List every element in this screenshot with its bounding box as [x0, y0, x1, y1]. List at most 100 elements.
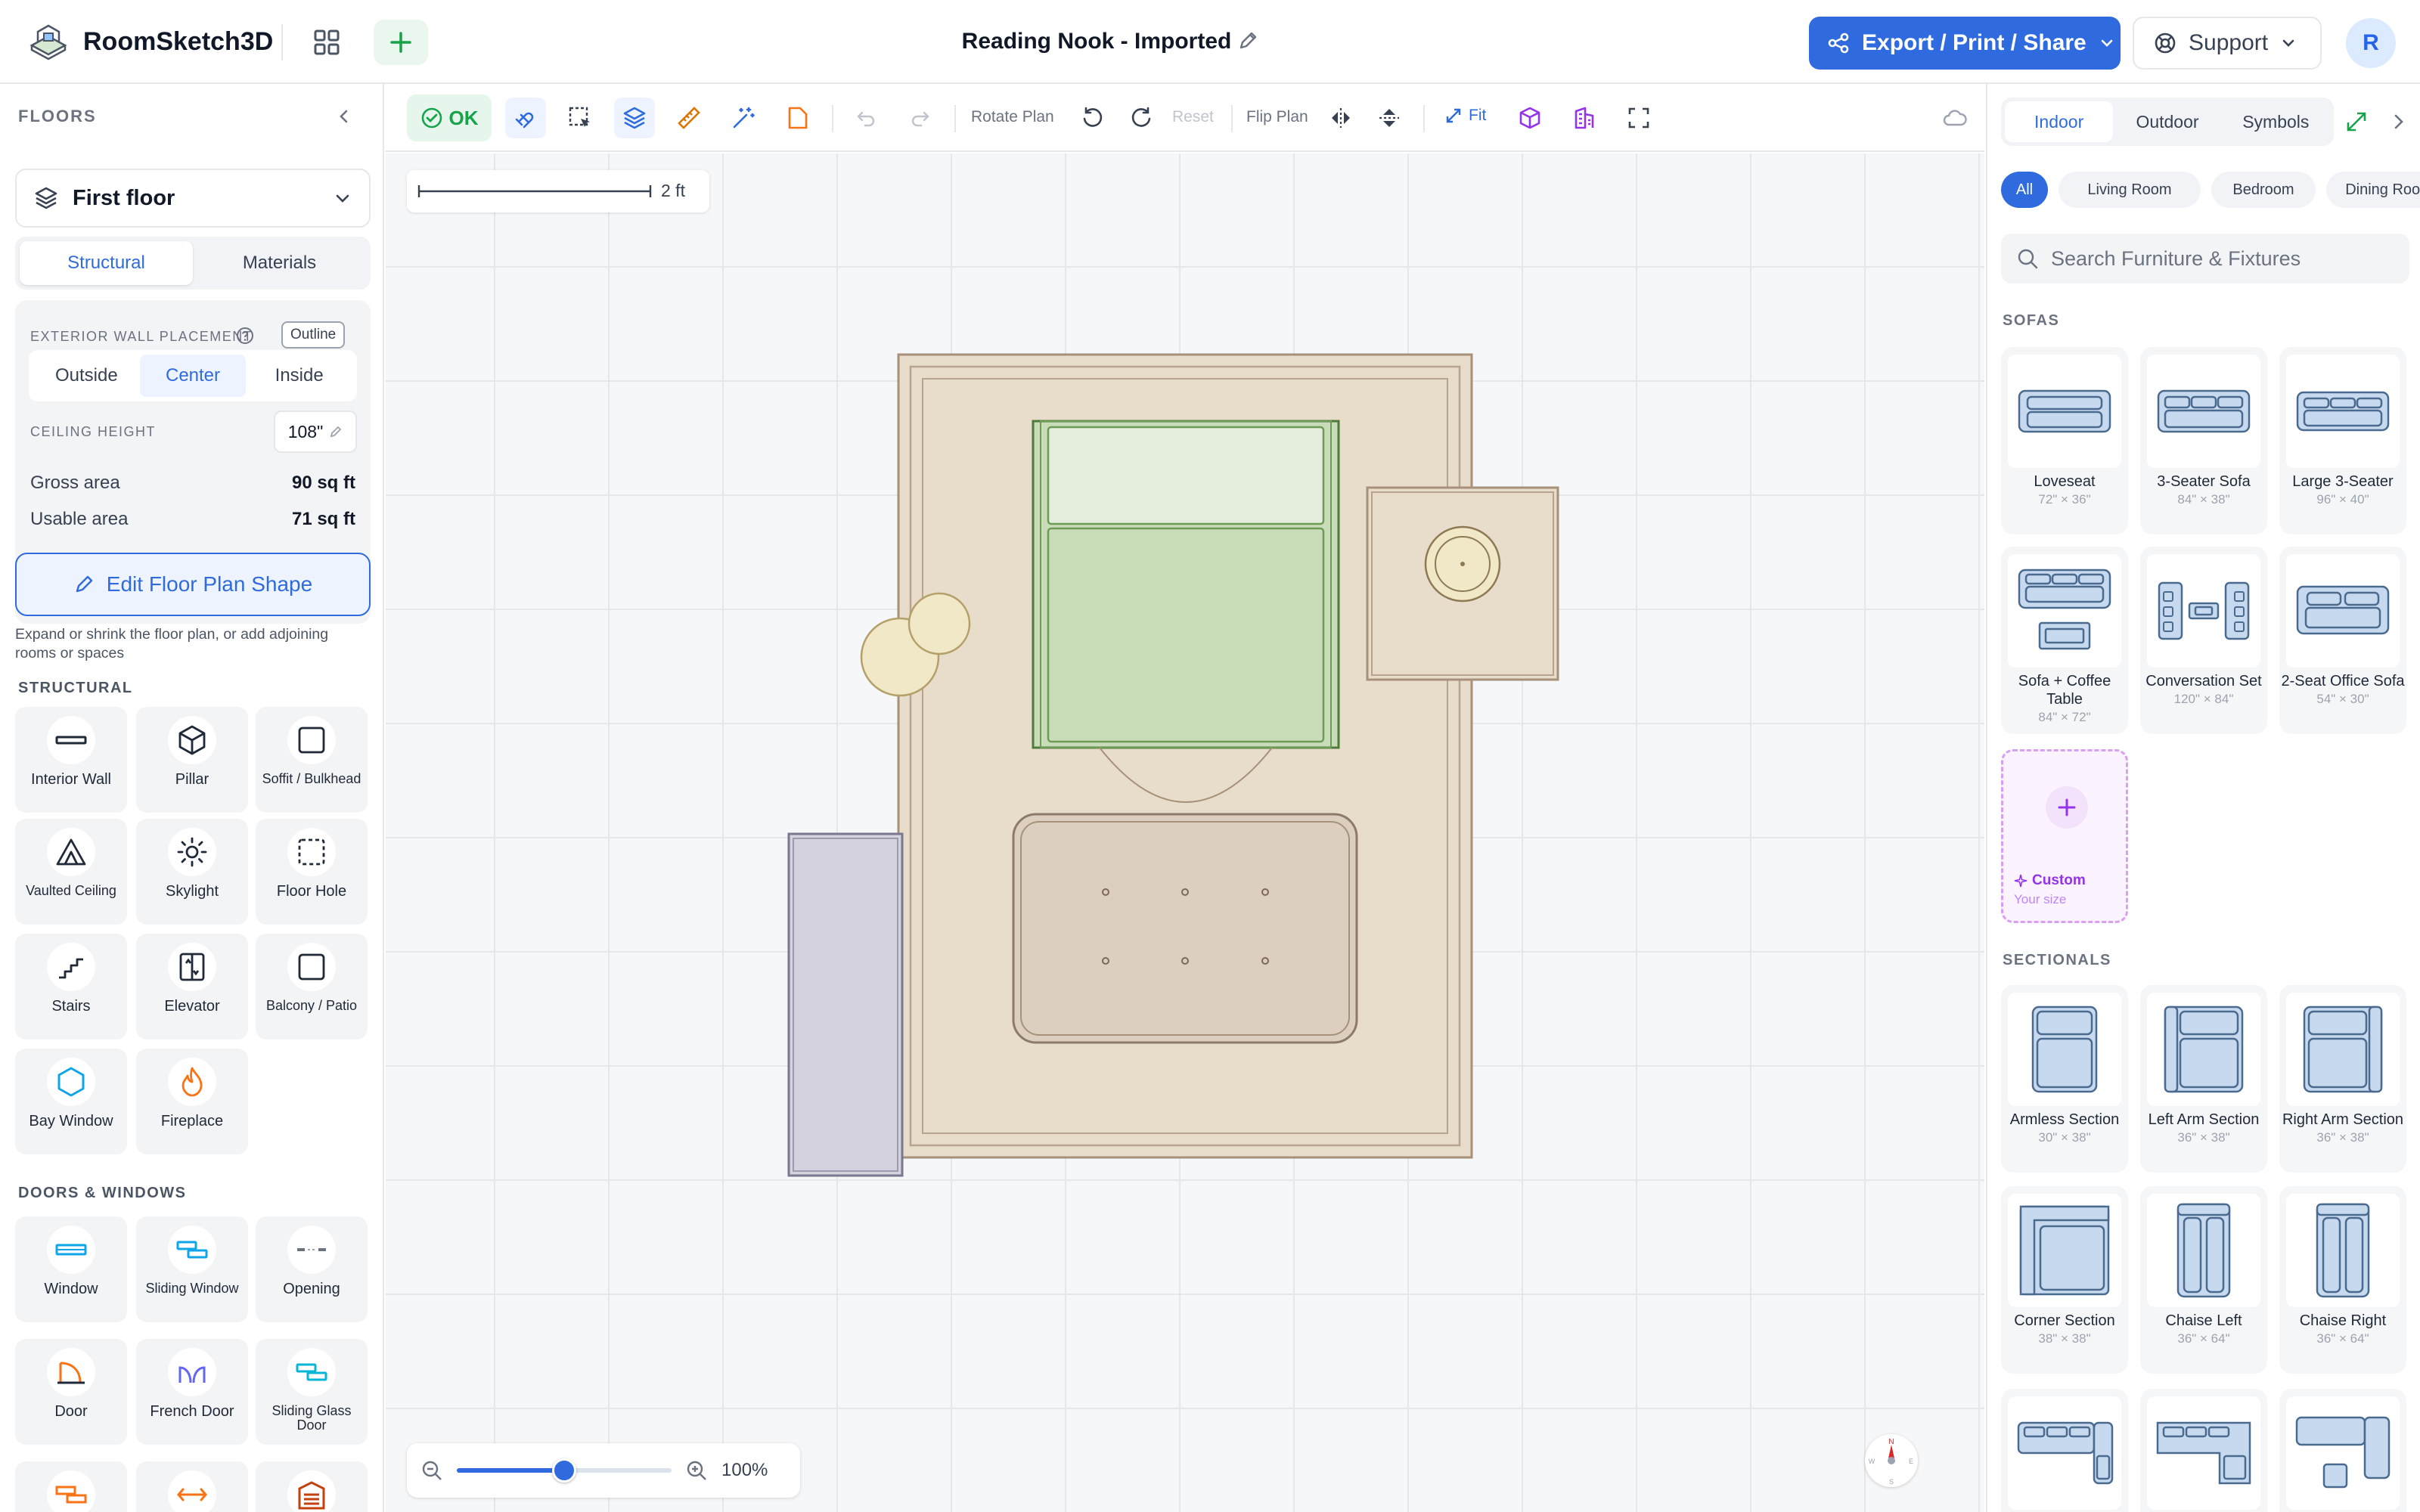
- furniture-card-chaise-left[interactable]: Chaise Left 36" × 64": [2140, 1186, 2267, 1374]
- zoom-in-icon[interactable]: [685, 1459, 708, 1482]
- tool-floor-hole[interactable]: Floor Hole: [256, 819, 368, 925]
- tab-outdoor[interactable]: Outdoor: [2113, 101, 2221, 142]
- elevation-view-button[interactable]: [1564, 98, 1605, 138]
- fit-button[interactable]: Fit: [1444, 107, 1486, 125]
- help-icon[interactable]: [236, 327, 254, 345]
- custom-title: Custom: [2014, 872, 2086, 889]
- app-logo-icon[interactable]: [27, 23, 70, 62]
- export-print-share-button[interactable]: Export / Print / Share: [1809, 17, 2121, 70]
- room-tool-button[interactable]: [777, 98, 818, 138]
- compass[interactable]: N W E S: [1865, 1434, 1918, 1487]
- tool-partial-item[interactable]: [15, 1461, 127, 1512]
- furniture-card-left-arm-section[interactable]: Left Arm Section 36" × 38": [2140, 985, 2267, 1173]
- zoom-slider[interactable]: [457, 1458, 672, 1483]
- ottoman[interactable]: [1012, 813, 1358, 1044]
- tab-materials[interactable]: Materials: [193, 241, 366, 285]
- cloud-sync-button[interactable]: [1934, 98, 1975, 138]
- furniture-card-2-seat-office-sofa[interactable]: 2-Seat Office Sofa 54" × 30": [2279, 547, 2406, 734]
- magic-wand-button[interactable]: [723, 98, 764, 138]
- tool-pillar[interactable]: Pillar: [136, 707, 248, 813]
- tool-opening[interactable]: Opening: [256, 1216, 368, 1322]
- rotate-right-button[interactable]: [1121, 98, 1162, 138]
- chip-dining-room[interactable]: Dining Room: [2326, 172, 2420, 208]
- ceiling-height-input[interactable]: 108": [274, 411, 357, 453]
- support-button[interactable]: Support: [2133, 17, 2322, 70]
- bed[interactable]: [1032, 420, 1340, 749]
- redo-button[interactable]: [900, 98, 941, 138]
- tool-balcony[interactable]: Balcony / Patio: [256, 934, 368, 1040]
- tab-symbols[interactable]: Symbols: [2222, 101, 2330, 142]
- edit-title-pencil-icon[interactable]: [1237, 30, 1258, 51]
- ok-status-button[interactable]: OK: [407, 94, 492, 141]
- zoom-out-icon[interactable]: [420, 1459, 443, 1482]
- dashboard-button[interactable]: [306, 23, 348, 62]
- tool-soffit[interactable]: Soffit / Bulkhead: [256, 707, 368, 813]
- add-custom-icon: [2046, 786, 2088, 829]
- expand-panel-button[interactable]: [2344, 110, 2369, 134]
- zoom-slider-thumb[interactable]: [552, 1458, 576, 1483]
- flip-horizontal-button[interactable]: [1320, 98, 1361, 138]
- tool-sliding-glass-door[interactable]: Sliding Glass Door: [256, 1339, 368, 1445]
- tool-partial-item[interactable]: [256, 1461, 368, 1512]
- tool-door[interactable]: Door: [15, 1339, 127, 1445]
- furniture-card-right-arm-section[interactable]: Right Arm Section 36" × 38": [2279, 985, 2406, 1173]
- furniture-card-conversation-set[interactable]: Conversation Set 120" × 84": [2140, 547, 2267, 734]
- flip-vertical-button[interactable]: [1369, 98, 1410, 138]
- placement-inside[interactable]: Inside: [246, 355, 352, 397]
- custom-size-card[interactable]: Custom Your size: [2001, 749, 2128, 923]
- 3d-view-button[interactable]: [1509, 98, 1550, 138]
- reset-rotation-button[interactable]: Reset: [1172, 108, 1214, 126]
- tool-label: Bay Window: [29, 1113, 113, 1129]
- fullscreen-button[interactable]: [1618, 98, 1659, 138]
- select-tool-button[interactable]: [560, 98, 600, 138]
- tool-french-door[interactable]: French Door: [136, 1339, 248, 1445]
- tool-vaulted-ceiling[interactable]: Vaulted Ceiling: [15, 819, 127, 925]
- edit-floor-plan-shape-button[interactable]: Edit Floor Plan Shape: [15, 553, 371, 616]
- furniture-card-3-seater-sofa[interactable]: 3-Seater Sofa 84" × 38": [2140, 347, 2267, 534]
- rotate-ccw-icon: [1083, 107, 1103, 127]
- measure-button[interactable]: [669, 98, 709, 138]
- tool-window[interactable]: Window: [15, 1216, 127, 1322]
- chip-living-room[interactable]: Living Room: [2059, 172, 2201, 208]
- structural-section-title: STRUCTURAL: [18, 680, 133, 696]
- floor-plan-canvas[interactable]: 2 ft 100% N W E S: [386, 153, 1984, 1512]
- snap-magnet-button[interactable]: [505, 98, 546, 138]
- tab-structural[interactable]: Structural: [20, 241, 193, 285]
- collapse-panel-button[interactable]: [333, 105, 355, 128]
- furniture-card-loveseat[interactable]: Loveseat 72" × 36": [2001, 347, 2128, 534]
- layers-button[interactable]: [614, 98, 655, 138]
- furniture-card-sofa-coffee-table[interactable]: Sofa + Coffee Table 84" × 72": [2001, 547, 2128, 734]
- chip-all[interactable]: All: [2001, 172, 2048, 208]
- tool-fireplace[interactable]: Fireplace: [136, 1049, 248, 1154]
- tool-stairs[interactable]: Stairs: [15, 934, 127, 1040]
- user-avatar[interactable]: R: [2346, 18, 2396, 68]
- tool-bay-window[interactable]: Bay Window: [15, 1049, 127, 1154]
- tool-elevator[interactable]: Elevator: [136, 934, 248, 1040]
- furniture-card-partial[interactable]: [2140, 1389, 2267, 1512]
- tool-interior-wall[interactable]: Interior Wall: [15, 707, 127, 813]
- tab-indoor[interactable]: Indoor: [2005, 101, 2114, 142]
- nightstand[interactable]: [1366, 486, 1559, 681]
- new-project-button[interactable]: [374, 20, 428, 65]
- floor-select[interactable]: First floor: [15, 169, 371, 228]
- tool-skylight[interactable]: Skylight: [136, 819, 248, 925]
- collapse-right-button[interactable]: [2387, 110, 2411, 134]
- placement-outside[interactable]: Outside: [33, 355, 140, 397]
- furniture-card-chaise-right[interactable]: Chaise Right 36" × 64": [2279, 1186, 2406, 1374]
- furniture-card-partial[interactable]: [2001, 1389, 2128, 1512]
- tool-sliding-window[interactable]: Sliding Window: [136, 1216, 248, 1322]
- document-title[interactable]: Reading Nook - Imported: [945, 29, 1248, 54]
- furniture-card-corner-section[interactable]: Corner Section 38" × 38": [2001, 1186, 2128, 1374]
- outline-toggle[interactable]: Outline: [281, 321, 346, 349]
- room-shape-icon: [788, 107, 808, 129]
- furniture-card-partial[interactable]: [2279, 1389, 2406, 1512]
- bench[interactable]: [787, 832, 904, 1177]
- tool-partial-item[interactable]: [136, 1461, 248, 1512]
- furniture-search[interactable]: Search Furniture & Fixtures: [2001, 234, 2409, 284]
- placement-center[interactable]: Center: [139, 355, 247, 397]
- furniture-card-armless-section[interactable]: Armless Section 30" × 38": [2001, 985, 2128, 1173]
- furniture-card-large-3-seater[interactable]: Large 3-Seater 96" × 40": [2279, 347, 2406, 534]
- undo-button[interactable]: [845, 98, 886, 138]
- chip-bedroom[interactable]: Bedroom: [2211, 172, 2316, 208]
- rotate-left-button[interactable]: [1072, 98, 1113, 138]
